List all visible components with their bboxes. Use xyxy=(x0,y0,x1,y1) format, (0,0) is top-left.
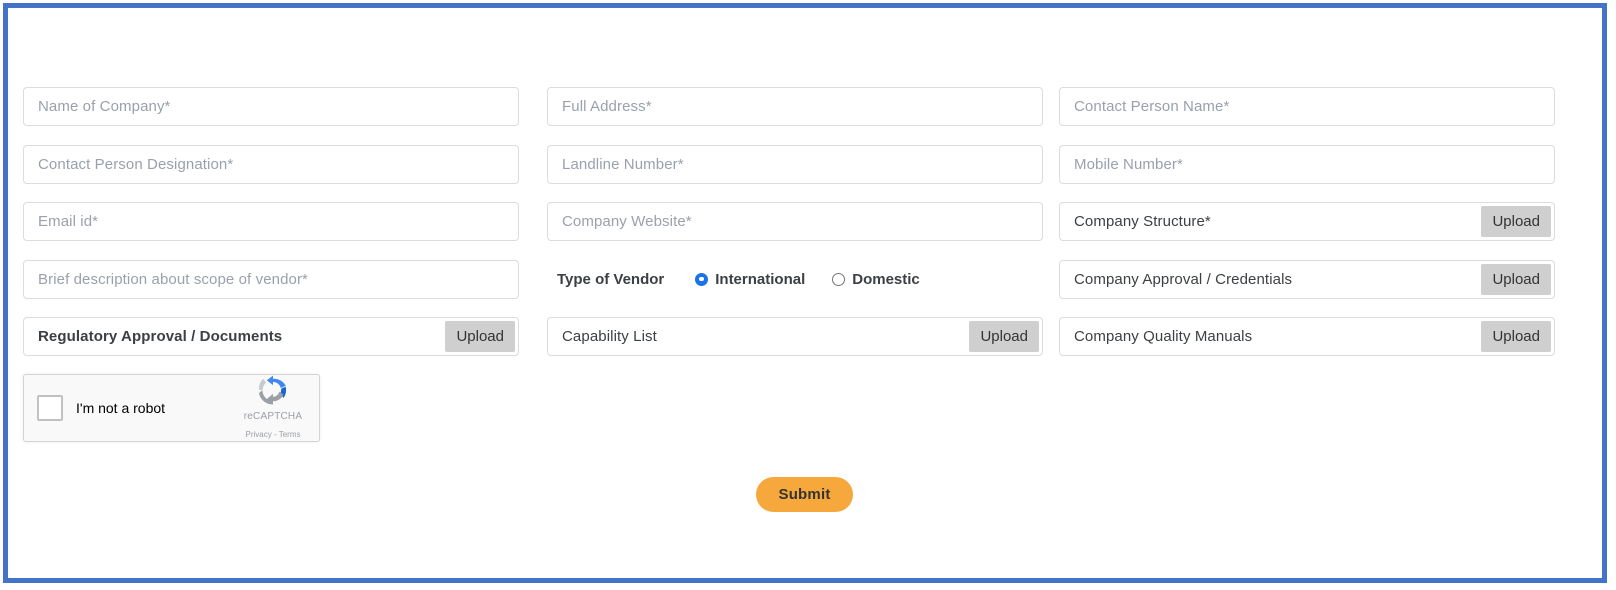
full-address-placeholder: Full Address* xyxy=(562,98,652,115)
company-website-input[interactable]: Company Website* xyxy=(547,202,1043,241)
type-of-vendor-label: Type of Vendor xyxy=(557,270,665,288)
form-page-frame: Name of Company* Contact Person Designat… xyxy=(3,3,1607,583)
capability-list-upload-button[interactable]: Upload xyxy=(969,321,1039,352)
contact-person-designation-placeholder: Contact Person Designation* xyxy=(38,156,234,173)
brief-description-input[interactable]: Brief description about scope of vendor* xyxy=(23,260,519,299)
capability-list-field[interactable]: Capability List Upload xyxy=(547,317,1043,356)
full-address-input[interactable]: Full Address* xyxy=(547,87,1043,126)
recaptcha-legal-links[interactable]: Privacy - Terms xyxy=(246,430,301,439)
contact-person-name-input[interactable]: Contact Person Name* xyxy=(1059,87,1555,126)
recaptcha-checkbox[interactable] xyxy=(37,395,63,421)
landline-number-input[interactable]: Landline Number* xyxy=(547,145,1043,184)
name-of-company-placeholder: Name of Company* xyxy=(38,98,171,115)
company-structure-field[interactable]: Company Structure* Upload xyxy=(1059,202,1555,241)
recaptcha-brand-name: reCAPTCHA xyxy=(243,410,303,422)
regulatory-approval-upload-button[interactable]: Upload xyxy=(445,321,515,352)
type-of-vendor-group: Type of Vendor International Domestic xyxy=(557,267,947,291)
brief-description-placeholder: Brief description about scope of vendor* xyxy=(38,271,308,288)
radio-international-label: International xyxy=(715,270,806,288)
company-quality-manuals-label: Company Quality Manuals xyxy=(1074,328,1253,345)
capability-list-label: Capability List xyxy=(562,328,657,345)
name-of-company-input[interactable]: Name of Company* xyxy=(23,87,519,126)
landline-number-placeholder: Landline Number* xyxy=(562,156,684,173)
company-structure-label: Company Structure* xyxy=(1074,213,1211,230)
recaptcha-branding: reCAPTCHA Privacy - Terms xyxy=(235,375,311,442)
email-id-placeholder: Email id* xyxy=(38,213,99,230)
mobile-number-input[interactable]: Mobile Number* xyxy=(1059,145,1555,184)
recaptcha-label: I'm not a robot xyxy=(76,400,166,416)
contact-person-designation-input[interactable]: Contact Person Designation* xyxy=(23,145,519,184)
company-structure-upload-button[interactable]: Upload xyxy=(1481,206,1551,237)
radio-domestic-label: Domestic xyxy=(852,270,920,288)
radio-option-international[interactable]: International xyxy=(695,271,805,288)
radio-option-domestic[interactable]: Domestic xyxy=(832,271,920,288)
company-approval-label: Company Approval / Credentials xyxy=(1074,271,1293,288)
contact-person-name-placeholder: Contact Person Name* xyxy=(1074,98,1230,115)
vendor-registration-form: Name of Company* Contact Person Designat… xyxy=(8,8,1602,578)
company-quality-manuals-upload-button[interactable]: Upload xyxy=(1481,321,1551,352)
email-id-input[interactable]: Email id* xyxy=(23,202,519,241)
company-website-placeholder: Company Website* xyxy=(562,213,692,230)
mobile-number-placeholder: Mobile Number* xyxy=(1074,156,1183,173)
submit-button[interactable]: Submit xyxy=(756,477,853,512)
radio-international-icon[interactable] xyxy=(695,272,709,286)
regulatory-approval-field[interactable]: Regulatory Approval / Documents Upload xyxy=(23,317,519,356)
recaptcha-logo-icon xyxy=(258,375,287,404)
company-quality-manuals-field[interactable]: Company Quality Manuals Upload xyxy=(1059,317,1555,356)
radio-domestic-icon[interactable] xyxy=(832,272,846,286)
company-approval-field[interactable]: Company Approval / Credentials Upload xyxy=(1059,260,1555,299)
recaptcha-widget[interactable]: I'm not a robot reCAPTCHA Privacy - Term… xyxy=(23,374,320,442)
company-approval-upload-button[interactable]: Upload xyxy=(1481,264,1551,295)
regulatory-approval-label: Regulatory Approval / Documents xyxy=(38,328,283,345)
